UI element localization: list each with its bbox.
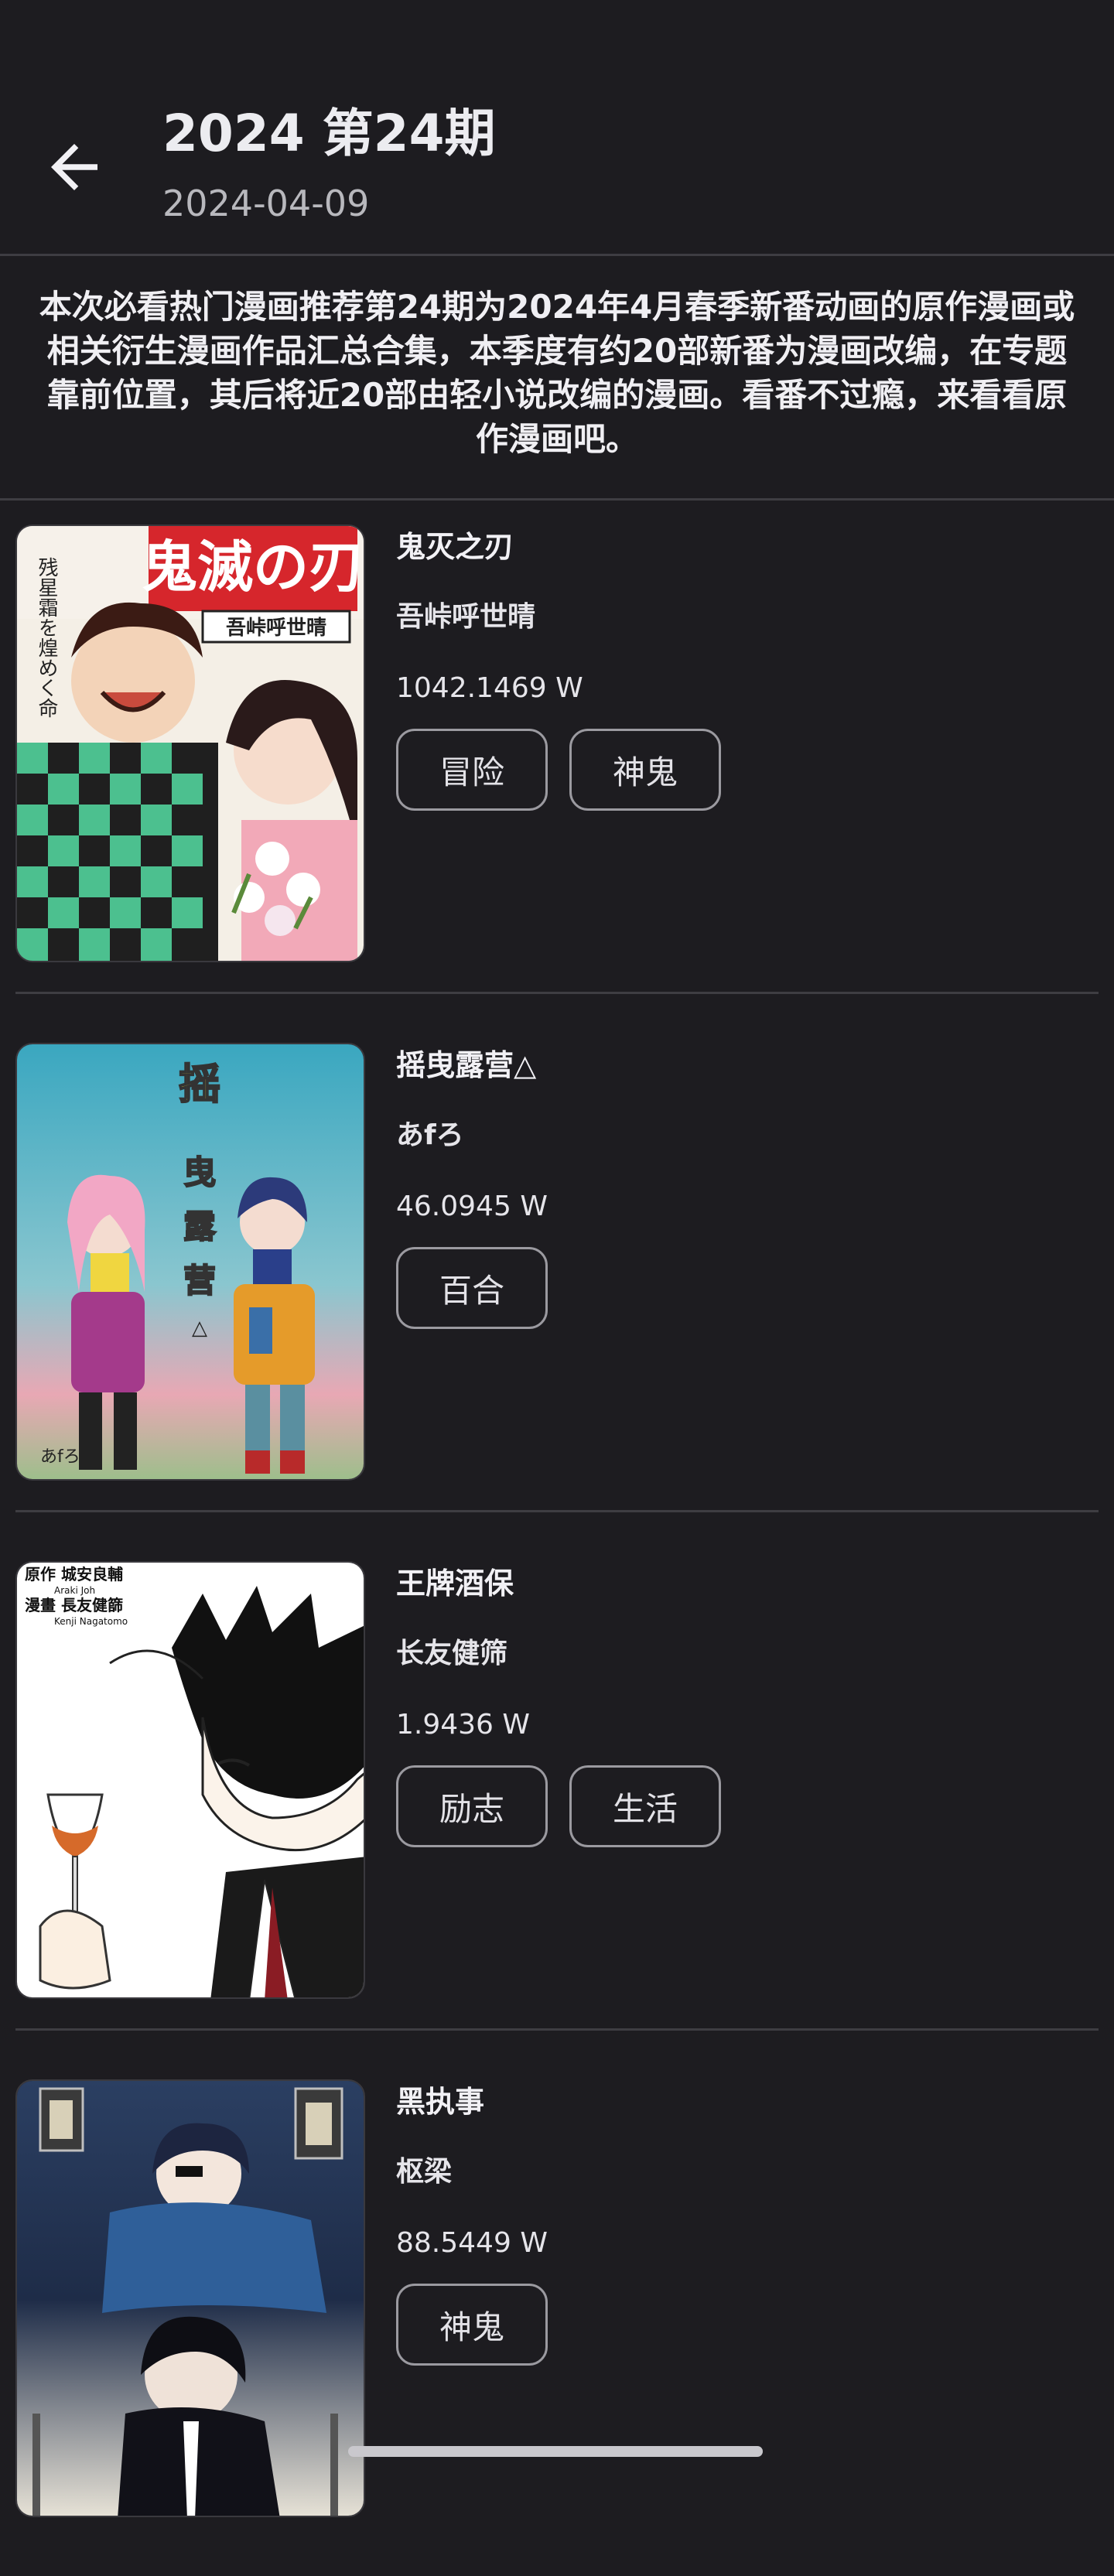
item-divider — [15, 992, 1099, 994]
comic-popularity: 46.0945 W — [396, 1191, 548, 1222]
cover-credit-text: 原作 城安良輔 — [25, 1565, 123, 1584]
cover-author-text: 吾峠呼世晴 — [226, 617, 326, 640]
cover-credit-text: 漫畫 長友健篩 — [25, 1596, 123, 1614]
comic-author: 吾峠呼世晴 — [396, 601, 536, 633]
genre-tag[interactable]: 励志 — [396, 1765, 548, 1847]
cover-title-text: 鬼滅の刃 — [142, 535, 364, 600]
header-divider — [0, 254, 1114, 256]
comic-title: 黑执事 — [396, 2085, 485, 2119]
page-title: 2024 第24期 — [162, 104, 496, 163]
genre-tag[interactable]: 神鬼 — [569, 729, 721, 811]
comic-cover[interactable]: 摇 曳 露 营 △ あfろ — [15, 1043, 365, 1481]
comic-popularity: 88.5449 W — [396, 2227, 548, 2259]
issue-date: 2024-04-09 — [162, 183, 370, 224]
comic-title: 鬼灭之刃 — [396, 530, 514, 564]
comic-item[interactable]: 摇 曳 露 营 △ あfろ 摇曳露营△ あfろ 46.0945 W 百合 — [0, 1021, 1114, 1539]
top-app-bar: 2024 第24期 2024-04-09 — [0, 0, 1114, 254]
issue-description: 本次必看热门漫画推荐第24期为2024年4月春季新番动画的原作漫画或相关衍生漫画… — [39, 288, 1075, 458]
tag-group: 励志 生活 — [396, 1765, 721, 1847]
item-divider — [15, 1510, 1099, 1512]
item-divider — [15, 2028, 1099, 2031]
comic-item[interactable]: 原作 城安良輔 Araki Joh 漫畫 長友健篩 Kenji Nagatomo — [0, 1539, 1114, 2058]
comic-cover[interactable] — [15, 2079, 365, 2517]
comic-popularity: 1042.1469 W — [396, 672, 583, 704]
tag-group: 冒险 神鬼 — [396, 729, 721, 811]
comic-item[interactable]: 鬼滅の刃 吾峠呼世晴 残星霜を煌めく命 鬼灭之刃 吾峠呼世晴 1042.1469… — [0, 503, 1114, 1021]
svg-text:营: 营 — [183, 1262, 216, 1300]
comic-cover[interactable]: 原作 城安良輔 Araki Joh 漫畫 長友健篩 Kenji Nagatomo — [15, 1561, 365, 1999]
cover-author-text: あfろ — [40, 1447, 80, 1467]
genre-tag[interactable]: 神鬼 — [396, 2284, 548, 2366]
comic-cover[interactable]: 鬼滅の刃 吾峠呼世晴 残星霜を煌めく命 — [15, 524, 365, 962]
tag-group: 神鬼 — [396, 2284, 548, 2366]
cover-side-text: 残星霜を煌めく命 — [35, 557, 58, 718]
comic-item[interactable]: 黑执事 枢梁 88.5449 W 神鬼 — [0, 2058, 1114, 2576]
cover-credit-text: Araki Joh — [54, 1585, 95, 1596]
description-divider — [0, 498, 1114, 501]
comic-author: 枢梁 — [396, 2156, 453, 2188]
arrow-left-icon — [51, 144, 97, 190]
comic-author: あfろ — [396, 1119, 464, 1151]
cover-credit-text: Kenji Nagatomo — [54, 1616, 128, 1627]
genre-tag[interactable]: 生活 — [569, 1765, 721, 1847]
genre-tag[interactable]: 百合 — [396, 1247, 548, 1329]
comic-title: 摇曳露营△ — [396, 1048, 537, 1082]
comic-author: 长友健筛 — [396, 1638, 508, 1669]
svg-text:曳: 曳 — [183, 1153, 216, 1191]
back-button[interactable] — [31, 124, 118, 210]
svg-text:露: 露 — [183, 1208, 217, 1245]
home-indicator[interactable] — [348, 2446, 763, 2457]
genre-tag[interactable]: 冒险 — [396, 729, 548, 811]
tag-group: 百合 — [396, 1247, 548, 1329]
comic-title: 王牌酒保 — [396, 1566, 514, 1601]
svg-text:△: △ — [192, 1317, 207, 1340]
svg-text:摇: 摇 — [179, 1060, 220, 1109]
comic-popularity: 1.9436 W — [396, 1709, 531, 1741]
